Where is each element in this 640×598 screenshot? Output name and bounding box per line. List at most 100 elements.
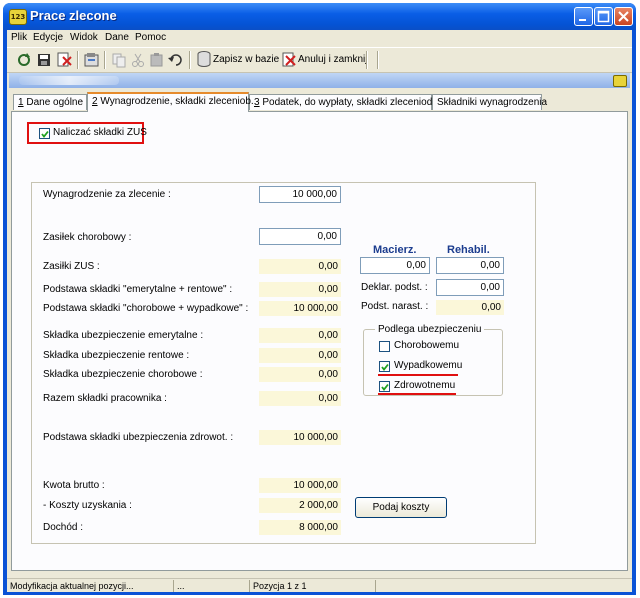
naliczac-label: Naliczać składki ZUS: [53, 127, 147, 138]
close-button[interactable]: [614, 7, 633, 26]
deklar-input[interactable]: 0,00: [436, 279, 504, 296]
zdrowotnemu-label: Zdrowotnemu: [394, 380, 456, 391]
kwota-brutto-value: 10 000,00: [259, 478, 341, 493]
wynagrodzenie-label: Wynagrodzenie za zlecenie :: [43, 189, 171, 200]
cancel-close-label: Anuluj i zamknij: [298, 54, 368, 65]
toolbar-separator: [104, 51, 106, 69]
skladka-chor-label: Składka ubezpieczenie chorobowe :: [43, 369, 203, 380]
main-window: 123 Prace zlecone Plik Edycje Widok Dane…: [3, 3, 636, 595]
podstawa-zdrow-label: Podstawa składki ubezpieczenia zdrowot. …: [43, 432, 234, 443]
podstawa-emer-value: 0,00: [259, 282, 341, 297]
save-tool[interactable]: [35, 51, 53, 69]
maximize-button[interactable]: [594, 7, 613, 26]
koszty-value: 2 000,00: [259, 498, 341, 513]
zasilki-zus-value: 0,00: [259, 259, 341, 274]
podlega-title: Podlega ubezpieczeniu: [375, 324, 485, 335]
copy-tool[interactable]: [110, 51, 128, 69]
properties-icon: [84, 53, 99, 67]
properties-tool[interactable]: [83, 51, 101, 69]
save-to-db-label: Zapisz w bazie: [213, 54, 280, 65]
calculator-icon[interactable]: [613, 75, 627, 87]
undo-tool[interactable]: [167, 51, 185, 69]
app-icon: 123: [9, 9, 27, 25]
razem-value: 0,00: [259, 391, 341, 406]
deklar-label: Deklar. podst. :: [361, 282, 428, 293]
tab-dane-ogolne[interactable]: 1 Dane ogólne: [13, 94, 87, 110]
wypadkowemu-label: Wypadkowemu: [394, 360, 463, 371]
delete-doc-icon: [57, 52, 72, 67]
save-to-db-button[interactable]: Zapisz w bazie: [197, 51, 279, 69]
podstawa-emer-label: Podstawa składki "emerytalne + rentowe" …: [43, 284, 233, 295]
chorobowemu-checkbox[interactable]: [379, 341, 390, 352]
status-position: Pozycja 1 z 1: [249, 580, 373, 592]
menu-pomoc[interactable]: Pomoc: [135, 32, 166, 43]
checkmark-icon: [41, 130, 49, 138]
podaj-koszty-button[interactable]: Podaj koszty: [355, 497, 447, 518]
close-icon: [618, 11, 629, 22]
dochod-value: 8 000,00: [259, 520, 341, 535]
zasilek-label: Zasiłek chorobowy :: [43, 232, 132, 243]
menu-dane[interactable]: Dane: [105, 32, 129, 43]
skladka-rent-label: Składka ubezpieczenie rentowe :: [43, 350, 190, 361]
tab-label: Składniki wynagrodzenia: [437, 97, 548, 108]
toolbar-separator: [77, 51, 79, 69]
skladka-chor-value: 0,00: [259, 367, 341, 382]
minimize-button[interactable]: [574, 7, 593, 26]
razem-label: Razem składki pracownika :: [43, 393, 167, 404]
menu-widok[interactable]: Widok: [70, 32, 98, 43]
zasilki-zus-label: Zasiłki ZUS :: [43, 261, 100, 272]
cancel-close-button[interactable]: Anuluj i zamknij: [282, 51, 367, 69]
checkmark-icon: [381, 363, 389, 371]
macierz-input[interactable]: 0,00: [360, 257, 430, 274]
tab-panel: Naliczać składki ZUS Wynagrodzenie za zl…: [11, 111, 628, 571]
podstawa-zdrow-value: 10 000,00: [259, 430, 341, 445]
title-bar[interactable]: 123 Prace zlecone: [3, 3, 636, 30]
copy-icon: [112, 53, 126, 68]
save-disk-icon: [38, 54, 50, 66]
macierz-header: Macierz.: [373, 244, 417, 256]
refresh-icon: [18, 53, 30, 66]
toolbar-separator: [366, 51, 368, 69]
menu-bar: Plik Edycje Widok Dane Pomoc: [7, 30, 632, 47]
rehabil-header: Rehabil.: [447, 244, 490, 256]
maximize-icon: [597, 10, 610, 23]
podstawa-chor-label: Podstawa składki "chorobowe + wypadkowe"…: [43, 303, 249, 314]
chorobowemu-label: Chorobowemu: [394, 340, 460, 351]
paste-tool[interactable]: [148, 51, 166, 69]
kwota-brutto-label: Kwota brutto :: [43, 480, 105, 491]
toolbar-separator: [189, 51, 191, 69]
zdrowotnemu-checkbox[interactable]: [379, 381, 390, 392]
tab-wynagrodzenie[interactable]: 2 Wynagrodzenie, składki zleceniob.: [87, 92, 254, 112]
client-area: Plik Edycje Widok Dane Pomoc Zapisz w ba…: [7, 30, 632, 592]
menu-plik[interactable]: Plik: [11, 32, 27, 43]
tab-podatek[interactable]: 3 Podatek, do wypłaty, składki zleceniod…: [249, 94, 435, 110]
naliczac-checkbox[interactable]: [39, 128, 50, 139]
zasilek-input[interactable]: 0,00: [259, 228, 341, 245]
delete-tool[interactable]: [55, 51, 73, 69]
skladka-rent-value: 0,00: [259, 348, 341, 363]
cut-tool[interactable]: [129, 51, 147, 69]
database-save-icon: [197, 51, 211, 68]
status-dots: ...: [173, 580, 247, 592]
refresh-tool[interactable]: [15, 51, 33, 69]
menu-edycje[interactable]: Edycje: [33, 32, 63, 43]
record-bar: [9, 73, 630, 88]
tab-hotkey: 2: [92, 96, 98, 107]
wypadkowemu-checkbox[interactable]: [379, 361, 390, 372]
tab-hotkey: 1: [18, 97, 24, 108]
undo-icon: [168, 54, 182, 66]
dochod-label: Dochód :: [43, 522, 84, 533]
checkmark-icon: [381, 383, 389, 391]
status-message: Modyfikacja aktualnej pozycji...: [10, 581, 134, 591]
wynagrodzenie-input[interactable]: 10 000,00: [259, 186, 341, 203]
highlight-underline: [378, 374, 458, 376]
tab-skladniki[interactable]: Składniki wynagrodzenia: [432, 94, 547, 110]
skladka-emer-label: Składka ubezpieczenie emerytalne :: [43, 330, 204, 341]
scissors-icon: [132, 53, 144, 67]
minimize-icon: [579, 19, 586, 21]
rehabil-input[interactable]: 0,00: [436, 257, 504, 274]
podst-narast-label: Podst. narast. :: [361, 301, 429, 312]
record-name-blurred: [19, 76, 119, 85]
podst-narast-value: 0,00: [436, 300, 504, 315]
tab-label: Wynagrodzenie, składki zleceniob.: [100, 96, 254, 107]
